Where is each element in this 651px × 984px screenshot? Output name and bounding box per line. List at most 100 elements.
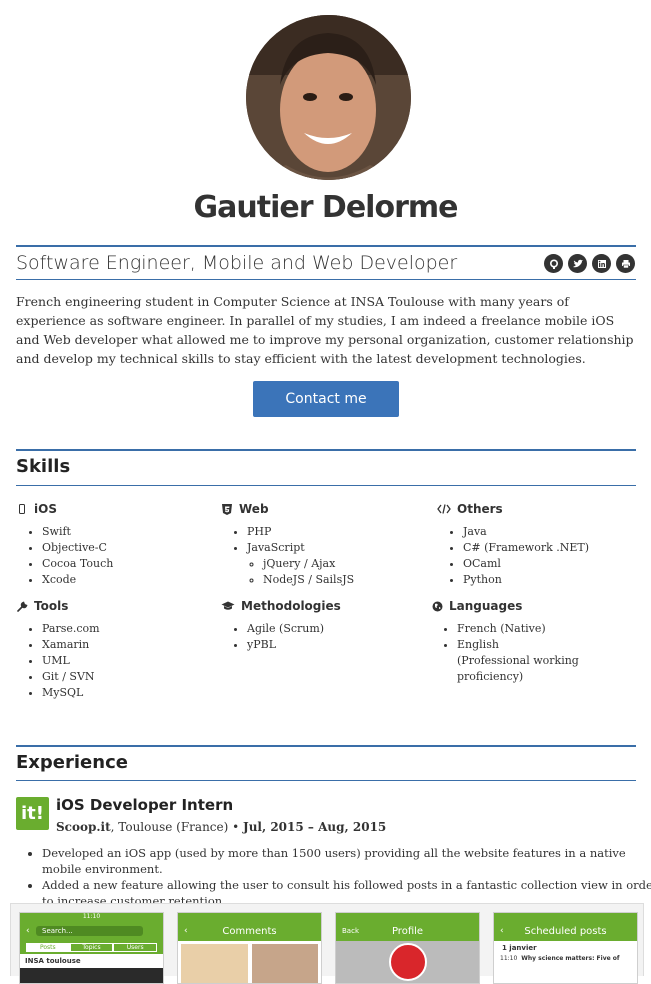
list-item: Python	[463, 572, 642, 588]
divider	[16, 279, 636, 280]
portrait-image	[246, 15, 411, 180]
list-item: Git / SVN	[42, 669, 221, 685]
list-item: C# (Framework .NET)	[463, 540, 642, 556]
list-item: Agile (Scrum)	[247, 621, 426, 637]
html5-icon	[221, 503, 233, 515]
github-icon[interactable]	[544, 254, 563, 273]
skill-group-label: Methodologies	[241, 599, 341, 613]
list-item: yPBL	[247, 637, 426, 653]
skill-group-others: Others Java C# (Framework .NET) OCaml Py…	[437, 500, 642, 588]
search-field: Search...	[36, 926, 143, 936]
company-name: Scoop.it	[56, 820, 111, 834]
company-logo: it!	[16, 797, 49, 830]
chevron-left-icon: ‹	[184, 926, 188, 936]
linkedin-icon[interactable]	[592, 254, 611, 273]
screenshot-scheduled-posts[interactable]: ‹ Scheduled posts 1 janvier 11:10 Why sc…	[493, 912, 638, 984]
schedule-time: 11:10	[500, 955, 518, 962]
experience-title: Experience	[16, 752, 128, 773]
code-icon	[437, 503, 451, 515]
contact-me-button[interactable]: Contact me	[253, 381, 399, 417]
list-item: Xamarin	[42, 637, 221, 653]
screenshot-comments[interactable]: ‹ Comments	[177, 912, 322, 984]
wrench-icon	[16, 600, 28, 612]
avatar	[181, 944, 248, 983]
list-item-label: JavaScript	[247, 541, 305, 554]
skill-group-label: Tools	[34, 599, 69, 613]
avatar	[251, 944, 318, 983]
screenshot-profile[interactable]: Back Profile	[335, 912, 480, 984]
app-screenshots: 11:10 ‹ Search... Posts Topics Users INS…	[10, 903, 644, 984]
globe-icon	[431, 600, 443, 612]
profile-avatar	[388, 943, 427, 981]
scheduled-post-title: Why science matters: Five of	[521, 955, 620, 962]
back-button: Back	[342, 927, 359, 935]
job-meta: Scoop.it, Toulouse (France) • Jul, 2015 …	[56, 820, 386, 834]
graduation-cap-icon	[221, 600, 235, 612]
skill-group-label: Web	[239, 502, 269, 516]
profile-subtitle: Software Engineer, Mobile and Web Develo…	[16, 252, 458, 274]
row-title: INSA toulouse	[25, 957, 81, 965]
list-item: Parse.com	[42, 621, 221, 637]
skill-group-ios: iOS Swift Objective-C Cocoa Touch Xcode	[16, 500, 221, 588]
resume-page: Gautier Delorme Software Engineer, Mobil…	[0, 0, 651, 984]
mobile-icon	[16, 503, 28, 515]
job-bullets: Developed an iOS app (used by more than …	[16, 845, 651, 909]
list-item: English (Professional working proficiency…	[457, 637, 636, 685]
profile-name: Gautier Delorme	[193, 190, 459, 225]
list-item: French (Native)	[457, 621, 636, 637]
row-image	[20, 968, 163, 983]
list-item-detail: (Professional working proficiency)	[457, 654, 579, 683]
list-item: OCaml	[463, 556, 642, 572]
list-item: Xcode	[42, 572, 221, 588]
list-item: PHP	[247, 524, 426, 540]
profile-cover	[336, 941, 479, 983]
job-dates: Jul, 2015 – Aug, 2015	[243, 820, 387, 834]
skill-group-languages: Languages French (Native) English (Profes…	[431, 597, 636, 685]
intro-text: French engineering student in Computer S…	[16, 294, 634, 366]
chevron-left-icon: ‹	[500, 926, 504, 936]
skills-title: Skills	[16, 456, 71, 477]
list-item: Swift	[42, 524, 221, 540]
divider	[16, 485, 636, 486]
divider	[16, 449, 636, 451]
status-bar	[336, 913, 479, 921]
divider	[16, 745, 636, 747]
list-item: MySQL	[42, 685, 221, 701]
list-item: jQuery / Ajax	[263, 556, 426, 572]
skill-group-methodologies: Methodologies Agile (Scrum) yPBL	[221, 597, 426, 653]
divider	[16, 780, 636, 781]
skill-group-web: Web PHP JavaScript jQuery / Ajax NodeJS …	[221, 500, 426, 588]
tab-topics: Topics	[69, 943, 114, 952]
tab-posts: Posts	[26, 943, 70, 952]
status-time: 11:10	[82, 913, 101, 920]
screenshot-search[interactable]: 11:10 ‹ Search... Posts Topics Users INS…	[19, 912, 164, 984]
screen-title: Scheduled posts	[524, 925, 607, 937]
skill-group-tools: Tools Parse.com Xamarin UML Git / SVN My…	[16, 597, 221, 701]
list-item: NodeJS / SailsJS	[263, 572, 426, 588]
skill-group-label: iOS	[34, 502, 57, 516]
status-bar	[178, 913, 321, 921]
list-item-label: English	[457, 638, 499, 651]
comment-avatars	[178, 941, 321, 983]
list-item: JavaScript jQuery / Ajax NodeJS / SailsJ…	[247, 540, 426, 588]
job-title: iOS Developer Intern	[56, 796, 234, 814]
print-icon[interactable]	[616, 254, 635, 273]
screen-title: Comments	[222, 925, 277, 937]
social-links	[544, 254, 635, 273]
schedule-date: 1 janvier	[502, 944, 537, 952]
skill-group-label: Others	[457, 502, 503, 516]
list-item: Developed an iOS app (used by more than …	[42, 845, 651, 877]
twitter-icon[interactable]	[568, 254, 587, 273]
list-item: UML	[42, 653, 221, 669]
status-bar: 11:10	[20, 913, 163, 921]
list-item: Cocoa Touch	[42, 556, 221, 572]
screen-title: Profile	[391, 925, 424, 937]
status-bar	[494, 913, 637, 921]
list-item: Java	[463, 524, 642, 540]
avatar	[246, 15, 411, 180]
divider	[16, 245, 636, 247]
chevron-left-icon: ‹	[26, 926, 30, 936]
tab-users: Users	[113, 943, 158, 952]
skill-group-label: Languages	[449, 599, 523, 613]
list-item: Objective-C	[42, 540, 221, 556]
